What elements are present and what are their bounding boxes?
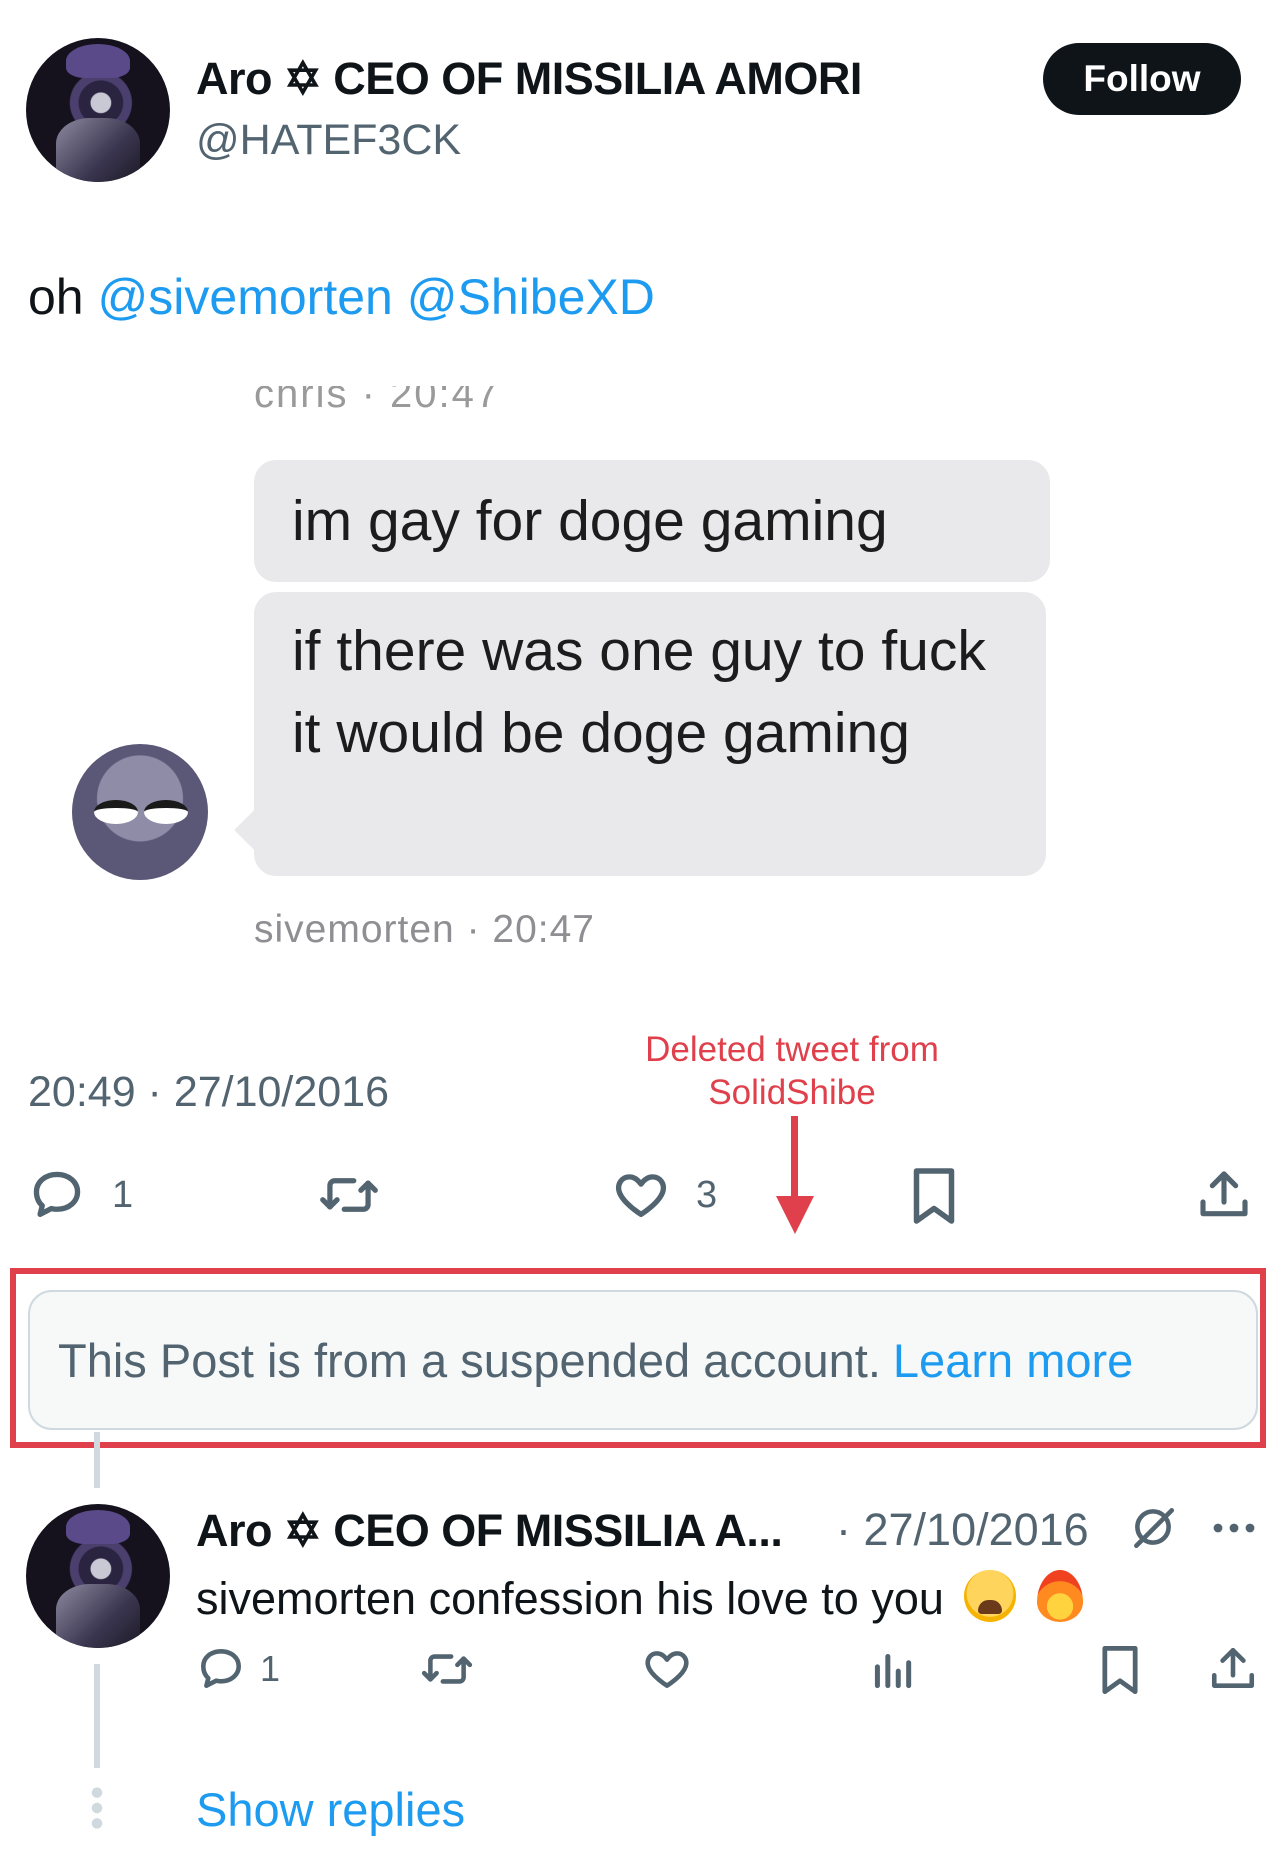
author-handle[interactable]: @HATEF3CK [196, 116, 461, 165]
author-display-name[interactable]: Aro ✡ CEO OF MISSILIA AMORI [196, 52, 862, 105]
thread-connector [94, 1432, 100, 1488]
show-replies-link[interactable]: Show replies [196, 1782, 465, 1837]
share-button[interactable] [1196, 1166, 1252, 1224]
reply-icon [201, 1649, 241, 1688]
chat-meta: sivemorten · 20:47 [254, 908, 595, 951]
heart-icon [616, 1174, 666, 1217]
suspended-message: This Post is from a suspended account. [58, 1333, 881, 1387]
weary-face-emoji [964, 1570, 1017, 1622]
retweet-icon [421, 1654, 473, 1684]
retweet-icon [320, 1178, 378, 1212]
grok-icon[interactable] [1128, 1502, 1178, 1557]
fire-emoji [1036, 1570, 1083, 1622]
chat-cut-header: chris · 20:47 [254, 386, 501, 408]
like-count: 3 [696, 1173, 718, 1216]
bookmark-button[interactable] [908, 1166, 960, 1226]
reply-count: 1 [260, 1648, 281, 1689]
share-button[interactable] [1208, 1644, 1258, 1694]
reply-button[interactable]: 1 [28, 1166, 133, 1224]
learn-more-link[interactable]: Learn more [893, 1333, 1133, 1388]
share-icon [1211, 1647, 1255, 1688]
chat-message: im gay for doge gaming [292, 489, 888, 553]
heart-icon [645, 1651, 689, 1688]
annotation-arrow [791, 1116, 798, 1204]
like-button[interactable] [642, 1644, 692, 1694]
reply-text: sivemorten confession his love to you [196, 1570, 1083, 1625]
reply-author-name[interactable]: Aro ✡ CEO OF MISSILIA A... [196, 1504, 783, 1557]
mention-link[interactable]: @ShibeXD [407, 269, 655, 325]
reply-author-avatar[interactable] [26, 1504, 170, 1648]
follow-button[interactable]: Follow [1043, 43, 1241, 115]
author-avatar[interactable] [26, 38, 170, 182]
like-button[interactable]: 3 [612, 1166, 717, 1224]
bookmark-button[interactable] [1098, 1644, 1142, 1696]
reply-count: 1 [112, 1173, 134, 1216]
views-button[interactable] [870, 1644, 914, 1694]
retweet-button[interactable] [420, 1644, 474, 1694]
tweet-text: oh @sivemorten @ShibeXD [28, 268, 655, 326]
avatar-eye [94, 800, 138, 824]
chat-bubble: im gay for doge gaming [254, 460, 1050, 582]
retweet-button[interactable] [318, 1166, 380, 1224]
thread-connector [94, 1664, 100, 1768]
analytics-icon [874, 1654, 912, 1689]
chat-avatar [72, 744, 208, 880]
avatar-eye [144, 800, 188, 824]
reply-text-body: sivemorten confession his love to you [196, 1573, 944, 1624]
thread-dots-icon [90, 1786, 104, 1835]
more-options-icon[interactable] [1210, 1508, 1258, 1553]
annotation-label: Deleted tweet from SolidShibe [645, 1030, 939, 1112]
tweet-timestamp[interactable]: 20:49 · 27/10/2016 [28, 1068, 389, 1117]
share-icon [1200, 1171, 1248, 1217]
suspended-post-card: This Post is from a suspended account. L… [28, 1290, 1258, 1430]
tweet-text-prefix: oh [28, 269, 84, 325]
bookmark-icon [913, 1168, 955, 1224]
chat-message: if there was one guy to fuck it would be… [292, 619, 986, 765]
reply-date[interactable]: · 27/10/2016 [836, 1504, 1089, 1556]
reply-icon [33, 1171, 81, 1217]
reply-button[interactable]: 1 [196, 1644, 280, 1694]
chat-bubble: if there was one guy to fuck it would be… [254, 592, 1046, 876]
mention-link[interactable]: @sivemorten [98, 269, 393, 325]
annotation-arrow-head [776, 1196, 814, 1234]
bookmark-icon [1102, 1645, 1138, 1695]
